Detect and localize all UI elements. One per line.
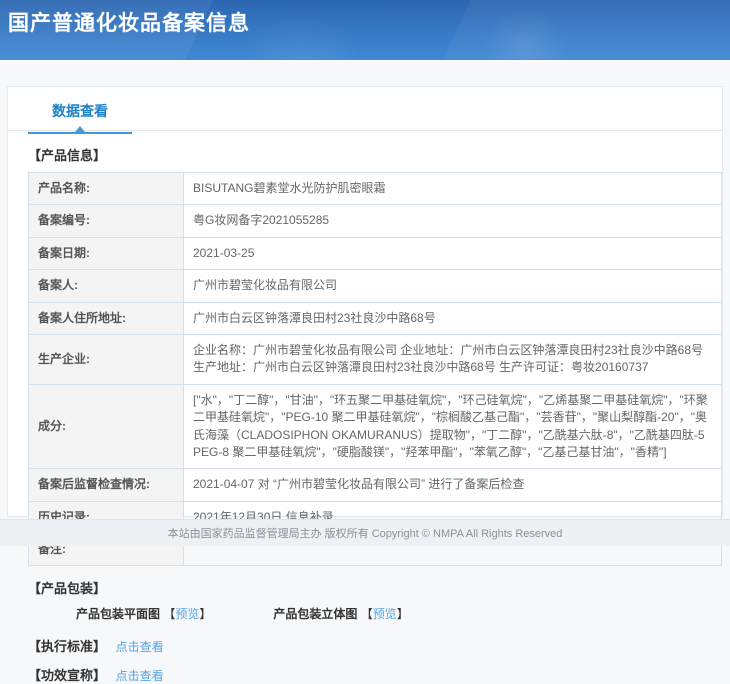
packaging-items: 产品包装平面图 【预览】 产品包装立体图 【预览】 [76,605,706,622]
footer-copyright: 本站由国家药品监督管理局主办 版权所有 Copyright © NMPA All… [167,528,563,540]
row-value: 2021-03-25 [183,236,722,271]
efficacy-view-link[interactable]: 点击查看 [116,669,164,683]
row-value: BISUTANG碧素堂水光防护肌密眼霜 [183,171,722,206]
table-row: 产品名称: BISUTANG碧素堂水光防护肌密眼霜 [28,171,722,206]
tab-caret-icon [75,126,85,132]
row-label: 生产企业: [28,333,184,385]
packaging-item: 产品包装立体图 【预览】 [273,607,408,621]
table-row: 生产企业: 企业名称：广州市碧莹化妆品有限公司 企业地址：广州市白云区钟落潭良田村… [28,333,722,385]
table-row: 备案人住所地址: 广州市白云区钟落潭良田村23社良沙中路68号 [28,301,722,335]
table-row: 备案人: 广州市碧莹化妆品有限公司 [28,269,722,303]
packaging-item: 产品包装平面图 【预览】 [76,607,211,621]
row-value: 2021-04-07 对 “广州市碧莹化妆品有限公司” 进行了备案后检查 [183,468,722,502]
row-label: 备案人住所地址: [28,301,184,335]
tab-bar: 数据查看 [8,87,722,134]
table-row: 备案编号: 粤G妆网备字2021055285 [28,204,722,238]
table-row: 成分: ["水"，"丁二醇"，"甘油"，"环五聚二甲基硅氧烷"，"环己硅氧烷"，"… [28,383,722,470]
bracket-close: 】 [199,607,212,622]
bracket-open: 【 [163,607,176,622]
preview-link[interactable]: 预览 [373,607,397,621]
row-value: 粤G妆网备字2021055285 [183,204,722,238]
section-product-info-title: 【产品信息】 [28,148,107,163]
row-label: 成分: [28,383,184,470]
page-body: 数据查看 【产品信息】 产品名称: BISUTANG碧素堂水光防护肌密眼霜 备案编号… [0,62,730,683]
row-value: 企业名称：广州市碧莹化妆品有限公司 企业地址：广州市白云区钟落潭良田村23社良沙… [183,333,722,385]
tab-data-view-label: 数据查看 [52,103,108,119]
page-title: 国产普通化妆品备案信息 [8,12,250,35]
product-info-table-body: 产品名称: BISUTANG碧素堂水光防护肌密眼霜 备案编号: 粤G妆网备字20210… [28,171,722,567]
table-row: 备案后监督检查情况: 2021-04-07 对 “广州市碧莹化妆品有限公司” 进行… [28,468,722,502]
section-efficacy: 【功效宣称】 点击查看 [28,665,706,684]
content-card: 数据查看 【产品信息】 产品名称: BISUTANG碧素堂水光防护肌密眼霜 备案编号… [7,86,723,683]
section-standard-title: 【执行标准】 [28,639,107,655]
bracket-open: 【 [360,607,373,622]
row-value: ["水"，"丁二醇"，"甘油"，"环五聚二甲基硅氧烷"，"环己硅氧烷"，"乙烯基… [183,383,722,470]
product-info-table: 产品名称: BISUTANG碧素堂水光防护肌密眼霜 备案编号: 粤G妆网备字20210… [28,171,722,567]
row-label: 备案编号: [28,204,184,238]
preview-link[interactable]: 预览 [175,607,199,621]
footer: 本站由国家药品监督管理局主办 版权所有 Copyright © NMPA All… [0,519,730,546]
section-packaging-title: 【产品包装】 [28,581,107,597]
row-value: 广州市碧莹化妆品有限公司 [183,269,722,303]
row-value: 广州市白云区钟落潭良田村23社良沙中路68号 [183,301,722,335]
bracket-close: 】 [396,607,409,622]
packaging-item-label: 产品包装立体图 [273,607,361,622]
banner: 国产普通化妆品备案信息 [0,0,730,62]
card-content: 【产品信息】 产品名称: BISUTANG碧素堂水光防护肌密眼霜 备案编号: 粤G妆网… [8,131,722,684]
row-label: 备案人: [28,269,184,303]
section-standard: 【执行标准】 点击查看 [28,636,706,655]
row-label: 产品名称: [28,171,184,206]
section-efficacy-title: 【功效宣称】 [28,668,107,684]
packaging-item-label: 产品包装平面图 [76,607,164,622]
row-label: 备案后监督检查情况: [28,468,184,502]
tab-data-view[interactable]: 数据查看 [28,101,132,134]
row-label: 备案日期: [28,236,184,271]
standard-view-link[interactable]: 点击查看 [116,640,164,654]
table-row: 备案日期: 2021-03-25 [28,236,722,271]
